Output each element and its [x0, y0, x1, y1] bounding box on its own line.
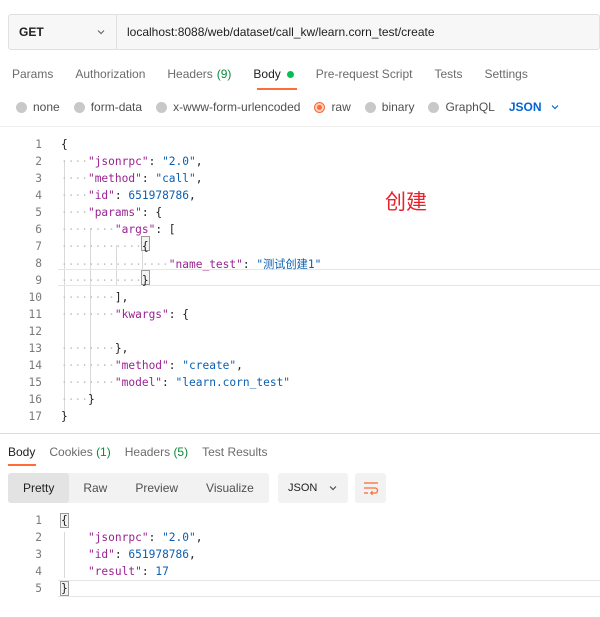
tab-params[interactable]: Params [12, 67, 53, 81]
code-line: 1{ [35, 514, 68, 527]
response-format-dropdown[interactable]: JSON [278, 473, 348, 503]
body-type-none[interactable]: none [16, 100, 60, 114]
response-view-modes: Pretty Raw Preview Visualize [8, 473, 269, 503]
radio-icon [156, 101, 168, 113]
tab-response-headers[interactable]: Headers (5) [125, 445, 188, 459]
tab-headers[interactable]: Headers (9) [167, 67, 231, 81]
view-raw-button[interactable]: Raw [69, 473, 121, 503]
code-line: 5 ····"params": { [35, 206, 163, 219]
code-line: 3 ····"method": "call", [35, 172, 203, 185]
code-line: 10 ········], [28, 291, 129, 304]
code-line: 4 "result": 17 [35, 565, 169, 578]
request-body-editor[interactable]: 1{ 2 ····"jsonrpc": "2.0", 3 ····"method":… [0, 136, 600, 428]
tab-pre-request-script[interactable]: Pre-request Script [316, 67, 413, 81]
active-tab-underline [257, 88, 297, 90]
tab-settings[interactable]: Settings [485, 67, 528, 81]
code-line: 15 ········"model": "learn.corn_test" [28, 376, 291, 389]
request-tabs: Params Authorization Headers (9) Body Pre… [12, 66, 550, 82]
response-body-viewer[interactable]: 1{ 2 "jsonrpc": "2.0", 3 "id": 651978786… [0, 512, 600, 602]
code-line: 3 "id": 651978786, [35, 548, 196, 561]
code-line: 6 ········"args": [ [35, 223, 176, 236]
view-preview-button[interactable]: Preview [121, 473, 192, 503]
code-line: 9 ············} [35, 274, 149, 287]
body-indicator-dot [286, 70, 294, 78]
tab-authorization[interactable]: Authorization [75, 67, 145, 81]
wrap-lines-button[interactable] [355, 473, 386, 503]
tab-tests[interactable]: Tests [434, 67, 462, 81]
body-type-raw[interactable]: raw [314, 100, 351, 114]
code-line: 8 ················"name_test": "测试创建1" [35, 257, 322, 271]
chevron-down-icon [551, 105, 558, 110]
code-line: 4 ····"id": 651978786, [35, 189, 196, 202]
active-tab-underline [8, 464, 36, 466]
code-line: 2 ····"jsonrpc": "2.0", [35, 155, 203, 168]
code-line: 16 ····} [28, 393, 95, 406]
method-selector[interactable]: GET [9, 15, 117, 49]
code-line: 5} [35, 582, 68, 595]
code-line: 14 ········"method": "create", [28, 359, 243, 372]
radio-icon [16, 101, 27, 113]
radio-icon [73, 101, 85, 113]
red-annotation-text: 创建 [385, 190, 427, 214]
code-line: 17} [28, 410, 68, 423]
chevron-down-icon [97, 30, 105, 35]
body-type-urlencoded[interactable]: x-www-form-urlencoded [156, 100, 300, 114]
view-visualize-button[interactable]: Visualize [192, 473, 268, 503]
code-line: 7 ············{ [35, 240, 149, 253]
body-type-binary[interactable]: binary [364, 100, 414, 114]
code-line: 1{ [35, 138, 68, 151]
raw-language-dropdown[interactable]: JSON [509, 100, 560, 114]
code-line: 12 [28, 325, 42, 338]
chevron-down-icon [329, 486, 337, 491]
radio-icon [364, 101, 376, 113]
body-type-graphql[interactable]: GraphQL [428, 100, 495, 114]
tab-response-body[interactable]: Body [8, 445, 35, 459]
response-tabs: Body Cookies (1) Headers (5) Test Result… [8, 444, 281, 460]
view-pretty-button[interactable]: Pretty [8, 473, 70, 503]
tab-cookies[interactable]: Cookies (1) [49, 445, 110, 459]
radio-selected-icon [314, 101, 326, 113]
response-divider[interactable] [0, 433, 600, 434]
code-line: 2 "jsonrpc": "2.0", [35, 531, 203, 544]
divider [0, 126, 600, 127]
url-input[interactable]: localhost:8088/web/dataset/call_kw/learn… [117, 25, 435, 39]
body-type-options: none form-data x-www-form-urlencoded raw… [16, 100, 560, 114]
request-url-bar: GET localhost:8088/web/dataset/call_kw/l… [8, 14, 600, 50]
tab-body[interactable]: Body [253, 67, 294, 81]
radio-icon [428, 101, 440, 113]
method-label: GET [19, 25, 44, 39]
body-type-form-data[interactable]: form-data [73, 100, 142, 114]
tab-test-results[interactable]: Test Results [202, 445, 267, 459]
headers-count: (9) [216, 67, 232, 81]
wrap-lines-icon [363, 482, 378, 495]
code-line: 11 ········"kwargs": { [28, 308, 189, 321]
code-line: 13 ········}, [28, 342, 129, 355]
